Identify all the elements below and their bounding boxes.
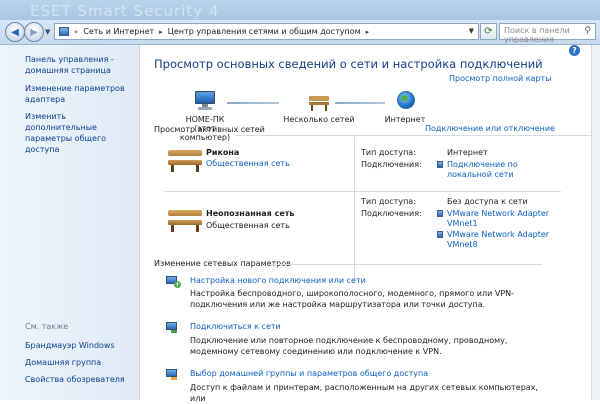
connections-label: Подключения: <box>361 160 422 169</box>
address-dropdown-icon[interactable]: ▼ <box>469 27 474 35</box>
map-node-computer: HOME-ПК (этот компьютер) <box>170 91 240 142</box>
crumb-prefix[interactable]: « <box>74 28 78 36</box>
map-node-multiple-networks: Несколько сетей <box>274 91 364 124</box>
crumb-separator[interactable]: ▸ <box>159 28 163 36</box>
connection-link-lan[interactable]: Подключение по локальной сети <box>447 160 518 180</box>
network-adapter-icon <box>437 210 443 217</box>
map-connector <box>227 102 279 104</box>
bench-icon <box>306 91 332 111</box>
title-bar: ESET Smart Security 4 <box>0 0 600 20</box>
address-toolbar: ◀ ▶ ▼ « Сеть и Интернет ▸ Центр управлен… <box>0 20 600 45</box>
sidebar-link-advanced-sharing[interactable]: Изменить дополнительные параметры общего… <box>25 111 137 155</box>
setup-connection-description: Настройка беспроводного, широкополосного… <box>190 289 515 309</box>
sidebar-link-homegroup[interactable]: Домашняя группа <box>25 357 137 368</box>
page-title: Просмотр основных сведений о сети и наст… <box>154 57 543 71</box>
computer-name: HOME-ПК <box>185 115 225 124</box>
access-type-label: Тип доступа: <box>361 197 416 206</box>
access-type-label: Тип доступа: <box>361 148 416 157</box>
connect-to-network-description: Подключение или повторное подключение к … <box>190 336 508 356</box>
vertical-scrollbar[interactable] <box>591 45 600 400</box>
access-type-value: Без доступа к сети <box>447 197 528 206</box>
task-pane: Панель управления - домашняя страница Из… <box>0 45 140 400</box>
sidebar-link-firewall[interactable]: Брандмауэр Windows <box>25 340 137 351</box>
connections-label: Подключения: <box>361 209 422 218</box>
vertical-divider <box>354 137 355 283</box>
back-button[interactable]: ◀ <box>5 22 25 42</box>
arrow-right-icon: ▶ <box>30 26 38 38</box>
refresh-button[interactable]: ⟳ <box>480 23 497 40</box>
network-name: Неопознанная сеть <box>206 209 295 218</box>
computer-icon <box>192 91 218 111</box>
arrow-left-icon: ◀ <box>11 26 19 38</box>
access-type-value: Интернет <box>447 148 488 157</box>
network-type: Общественная сеть <box>206 221 290 230</box>
connection-link-text[interactable]: VMnet8 <box>447 240 549 250</box>
view-full-map-link[interactable]: Просмотр полной карты <box>449 74 552 83</box>
crumb-network-internet[interactable]: Сеть и Интернет <box>83 27 154 36</box>
internet-label: Интернет <box>384 115 426 124</box>
main-content: ? Просмотр основных сведений о сети и на… <box>140 45 600 403</box>
globe-icon <box>392 91 418 111</box>
background-window-title: ESET Smart Security 4 <box>30 2 220 20</box>
forward-button[interactable]: ▶ <box>24 22 44 42</box>
sidebar-link-internet-options[interactable]: Свойства обозревателя <box>25 374 137 385</box>
divider <box>268 264 542 265</box>
homegroup-sharing-link[interactable]: Выбор домашней группы и параметров общег… <box>190 369 428 378</box>
network-name: Рикона <box>206 148 240 157</box>
search-input[interactable]: Поиск в панели управления ⚲ <box>499 23 596 44</box>
connection-link-text[interactable]: VMnet1 <box>447 219 549 229</box>
multiple-networks-label: Несколько сетей <box>283 115 355 124</box>
connection-link-vmnet1[interactable]: VMware Network Adapter VMnet1 <box>447 209 549 229</box>
see-also-heading: См. также <box>25 322 69 331</box>
network-bench-icon <box>168 148 202 172</box>
divider <box>164 191 561 192</box>
address-bar[interactable]: « Сеть и Интернет ▸ Центр управления сет… <box>54 23 479 40</box>
connect-disconnect-link[interactable]: Подключение или отключение <box>425 124 555 133</box>
new-connection-icon: + <box>166 275 181 289</box>
search-icon[interactable]: ⚲ <box>584 26 591 36</box>
sidebar-link-home[interactable]: Панель управления - домашняя страница <box>25 54 137 76</box>
setup-connection-link[interactable]: Настройка нового подключения или сети <box>190 276 366 285</box>
chevron-down-icon: ▼ <box>45 28 51 36</box>
network-bench-icon <box>168 208 202 232</box>
connection-link-text[interactable]: локальной сети <box>447 170 518 180</box>
connect-network-icon <box>166 321 180 335</box>
homegroup-sharing-description: Доступ к файлам и принтерам, расположенн… <box>190 383 538 403</box>
connection-link-text[interactable]: Подключение по <box>447 160 518 170</box>
help-icon[interactable]: ? <box>569 45 580 56</box>
crumb-network-center[interactable]: Центр управления сетями и общим доступом <box>168 27 361 36</box>
network-type-link[interactable]: Общественная сеть <box>206 159 290 168</box>
connection-link-vmnet8[interactable]: VMware Network Adapter VMnet8 <box>447 230 549 250</box>
homegroup-icon <box>166 368 180 382</box>
network-folder-icon <box>59 27 69 36</box>
connection-link-text[interactable]: VMware Network Adapter <box>447 230 549 240</box>
refresh-icon: ⟳ <box>484 26 493 37</box>
network-adapter-icon <box>437 161 443 168</box>
divider <box>235 135 600 136</box>
crumb-separator-end[interactable]: ▸ <box>366 28 370 36</box>
connection-link-text[interactable]: VMware Network Adapter <box>447 209 549 219</box>
active-networks-heading: Просмотр активных сетей <box>154 125 265 134</box>
search-placeholder: Поиск в панели управления <box>504 26 570 44</box>
map-node-internet: Интернет <box>377 91 433 124</box>
history-dropdown[interactable]: ▼ <box>45 28 50 36</box>
connect-to-network-link[interactable]: Подключиться к сети <box>190 322 281 331</box>
sidebar-link-adapter-settings[interactable]: Изменение параметров адаптера <box>25 83 137 105</box>
network-adapter-icon <box>437 231 443 238</box>
